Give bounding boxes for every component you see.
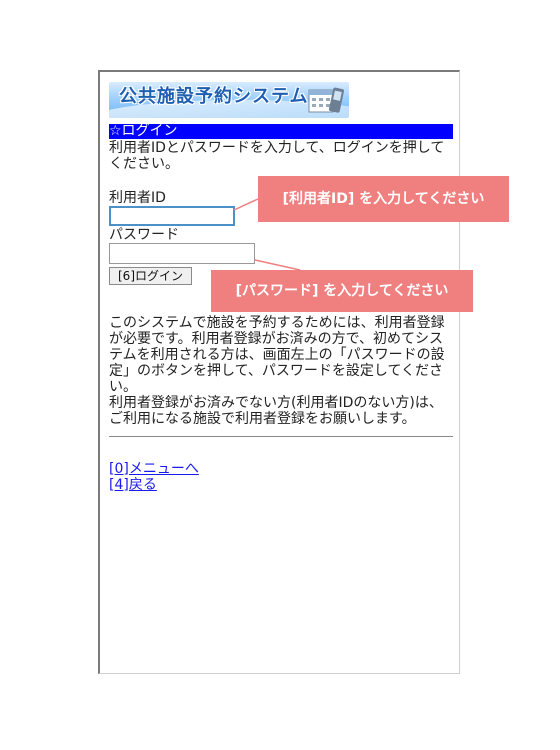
nav-links: [0]メニューへ [4]戻る (109, 461, 453, 493)
intro-text: 利用者IDとパスワードを入力して、ログインを押してください。 (109, 140, 445, 172)
phone-frame: 公共施設予約システム ☆ログイン 利用者IDとパスワードを入力して、ログインを押… (98, 70, 460, 674)
user-id-callout: [利用者ID] を入力してください (258, 176, 509, 222)
info-paragraph-2: 利用者登録がお済みでない方(利用者IDのない方)は、ご利用になる施設で利用者登録… (109, 395, 443, 427)
back-link[interactable]: [4]戻る (109, 477, 453, 493)
password-label: パスワード (109, 227, 179, 243)
user-id-input[interactable] (109, 206, 235, 226)
login-button[interactable]: [6]ログイン (109, 267, 192, 285)
calendar-phone-icon (308, 87, 344, 113)
logo-banner: 公共施設予約システム (109, 82, 349, 118)
logo-title: 公共施設予約システム (119, 86, 309, 107)
divider (109, 436, 453, 437)
password-input[interactable] (109, 243, 255, 264)
page-title: ☆ログイン (109, 124, 453, 139)
info-paragraph-1: このシステムで施設を予約するためには、利用者登録が必要です。利用者登録がお済みの… (109, 315, 445, 395)
password-callout: [パスワード] を入力してください (211, 270, 473, 312)
menu-link[interactable]: [0]メニューへ (109, 461, 453, 477)
